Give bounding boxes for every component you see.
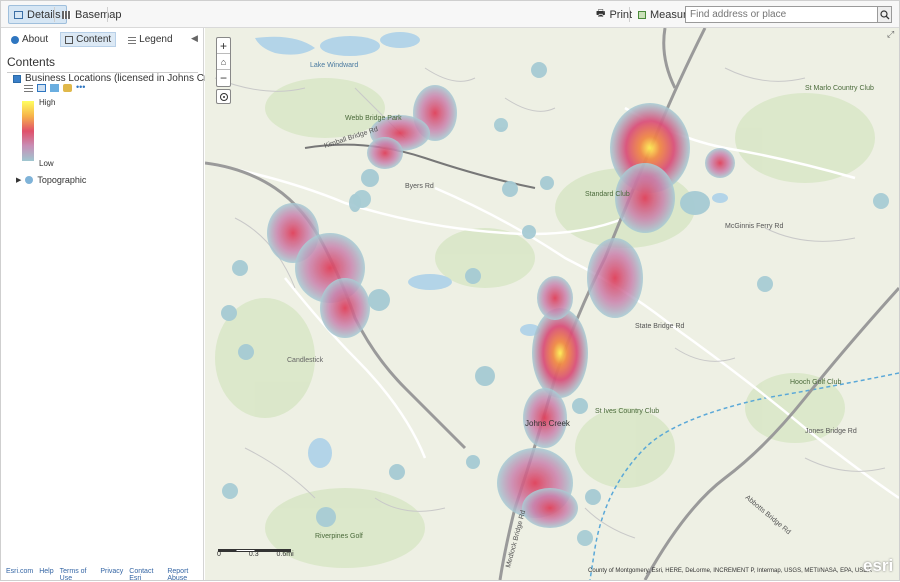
basemap-label: Basemap: [75, 9, 121, 21]
place-label: St Marlo Country Club: [805, 85, 874, 92]
home-button[interactable]: ⌂: [217, 54, 230, 70]
tab-about-label: About: [22, 34, 48, 45]
layer-name[interactable]: Business Locations (licensed in Johns Cr…: [25, 73, 227, 84]
road-label: Byers Rd: [405, 183, 434, 190]
footer-link-privacy[interactable]: Privacy: [100, 568, 123, 582]
search-input[interactable]: [685, 6, 878, 23]
zoom-controls: + ⌂ −: [216, 37, 231, 87]
footer-link-esri[interactable]: Esri.com: [6, 568, 33, 582]
analysis-icon[interactable]: [63, 84, 72, 92]
info-icon: [11, 36, 19, 44]
footer-link-contact[interactable]: Contact Esri: [129, 568, 161, 582]
footer-link-help[interactable]: Help: [39, 568, 53, 582]
road-label: State Bridge Rd: [635, 323, 685, 330]
place-label: St Ives Country Club: [595, 408, 659, 415]
contents-heading: Contents: [7, 55, 198, 73]
footer-link-report[interactable]: Report Abuse: [167, 568, 203, 582]
road-label: Jones Bridge Rd: [805, 428, 857, 435]
map-attribution[interactable]: County of Montgomery, Esri, HERE, DeLorm…: [588, 568, 872, 574]
expand-caret-icon[interactable]: ▶: [16, 176, 21, 184]
scale-labels: 0 0.3 0.6mi: [217, 551, 294, 558]
details-icon: [14, 11, 23, 19]
print-button[interactable]: 🖶 Print: [591, 5, 637, 24]
place-label: Johns Creek: [525, 419, 571, 428]
place-label: Candlestick: [287, 357, 324, 364]
content-icon: [65, 36, 73, 44]
legend-icon: [128, 36, 136, 44]
map-canvas[interactable]: Lake Windward Webb Bridge Park Standard …: [205, 28, 899, 580]
layer-tools: •••: [24, 84, 88, 92]
tab-legend-label: Legend: [139, 34, 172, 45]
toolbar: Details Basemap 🖶 Print Measure: [1, 1, 899, 28]
layer-topographic[interactable]: ▶ Topographic: [16, 175, 86, 185]
basemap-icon: [62, 11, 71, 19]
legend-toggle-icon[interactable]: [24, 84, 33, 92]
heatmap-legend-ramp: [22, 101, 34, 161]
toolbar-divider: [107, 7, 108, 22]
road-label: McGinnis Ferry Rd: [725, 223, 783, 230]
footer-links: Esri.com Help Terms of Use Privacy Conta…: [6, 568, 203, 582]
place-label: Standard Club: [585, 191, 630, 198]
scale-label-end: 0.6mi: [277, 551, 294, 558]
table-icon[interactable]: [37, 84, 46, 92]
zoom-out-button[interactable]: −: [217, 70, 230, 86]
collapse-panel-icon[interactable]: ◀: [191, 33, 198, 44]
change-style-icon[interactable]: [50, 84, 59, 92]
layer-business-locations: Business Locations (licensed in Johns Cr…: [13, 73, 234, 84]
place-label: Hooch Golf Club: [790, 379, 841, 386]
scale-label-0: 0: [217, 551, 221, 558]
basemap-button[interactable]: Basemap: [57, 5, 126, 24]
legend-low-label: Low: [39, 159, 54, 168]
search-button[interactable]: [878, 6, 892, 23]
place-label: Lake Windward: [310, 62, 358, 69]
ruler-icon: [638, 11, 646, 19]
layer-visibility-checkbox[interactable]: [13, 75, 21, 83]
tab-about[interactable]: About: [7, 32, 52, 47]
place-label: Riverpines Golf: [315, 533, 363, 540]
more-options-icon[interactable]: •••: [76, 84, 88, 92]
fullscreen-icon[interactable]: ⤢: [887, 29, 894, 40]
locate-button[interactable]: [216, 89, 231, 104]
tab-content-label: Content: [76, 34, 111, 45]
map-view[interactable]: Lake Windward Webb Bridge Park Standard …: [205, 28, 899, 580]
search-icon: [880, 10, 890, 20]
locate-icon: [219, 92, 229, 102]
zoom-in-button[interactable]: +: [217, 38, 230, 54]
footer-link-terms[interactable]: Terms of Use: [60, 568, 95, 582]
place-label: Webb Bridge Park: [345, 115, 402, 122]
tab-content[interactable]: Content: [60, 32, 116, 47]
app-window: Details Basemap 🖶 Print Measure About: [0, 0, 900, 581]
esri-logo: esri: [863, 556, 893, 576]
printer-icon: 🖶: [596, 6, 605, 23]
legend-high-label: High: [39, 98, 55, 107]
home-icon: ⌂: [221, 57, 226, 67]
tab-legend[interactable]: Legend: [124, 32, 176, 47]
topographic-label: Topographic: [37, 175, 86, 185]
scale-label-mid: 0.3: [249, 551, 259, 558]
details-label: Details: [27, 9, 61, 21]
side-panel: About Content Legend ◀ Contents Business…: [1, 28, 204, 580]
toolbar-divider: [629, 7, 630, 22]
globe-icon: [25, 176, 33, 184]
toolbar-divider: [54, 7, 55, 22]
panel-tabs: About Content Legend: [7, 32, 177, 47]
